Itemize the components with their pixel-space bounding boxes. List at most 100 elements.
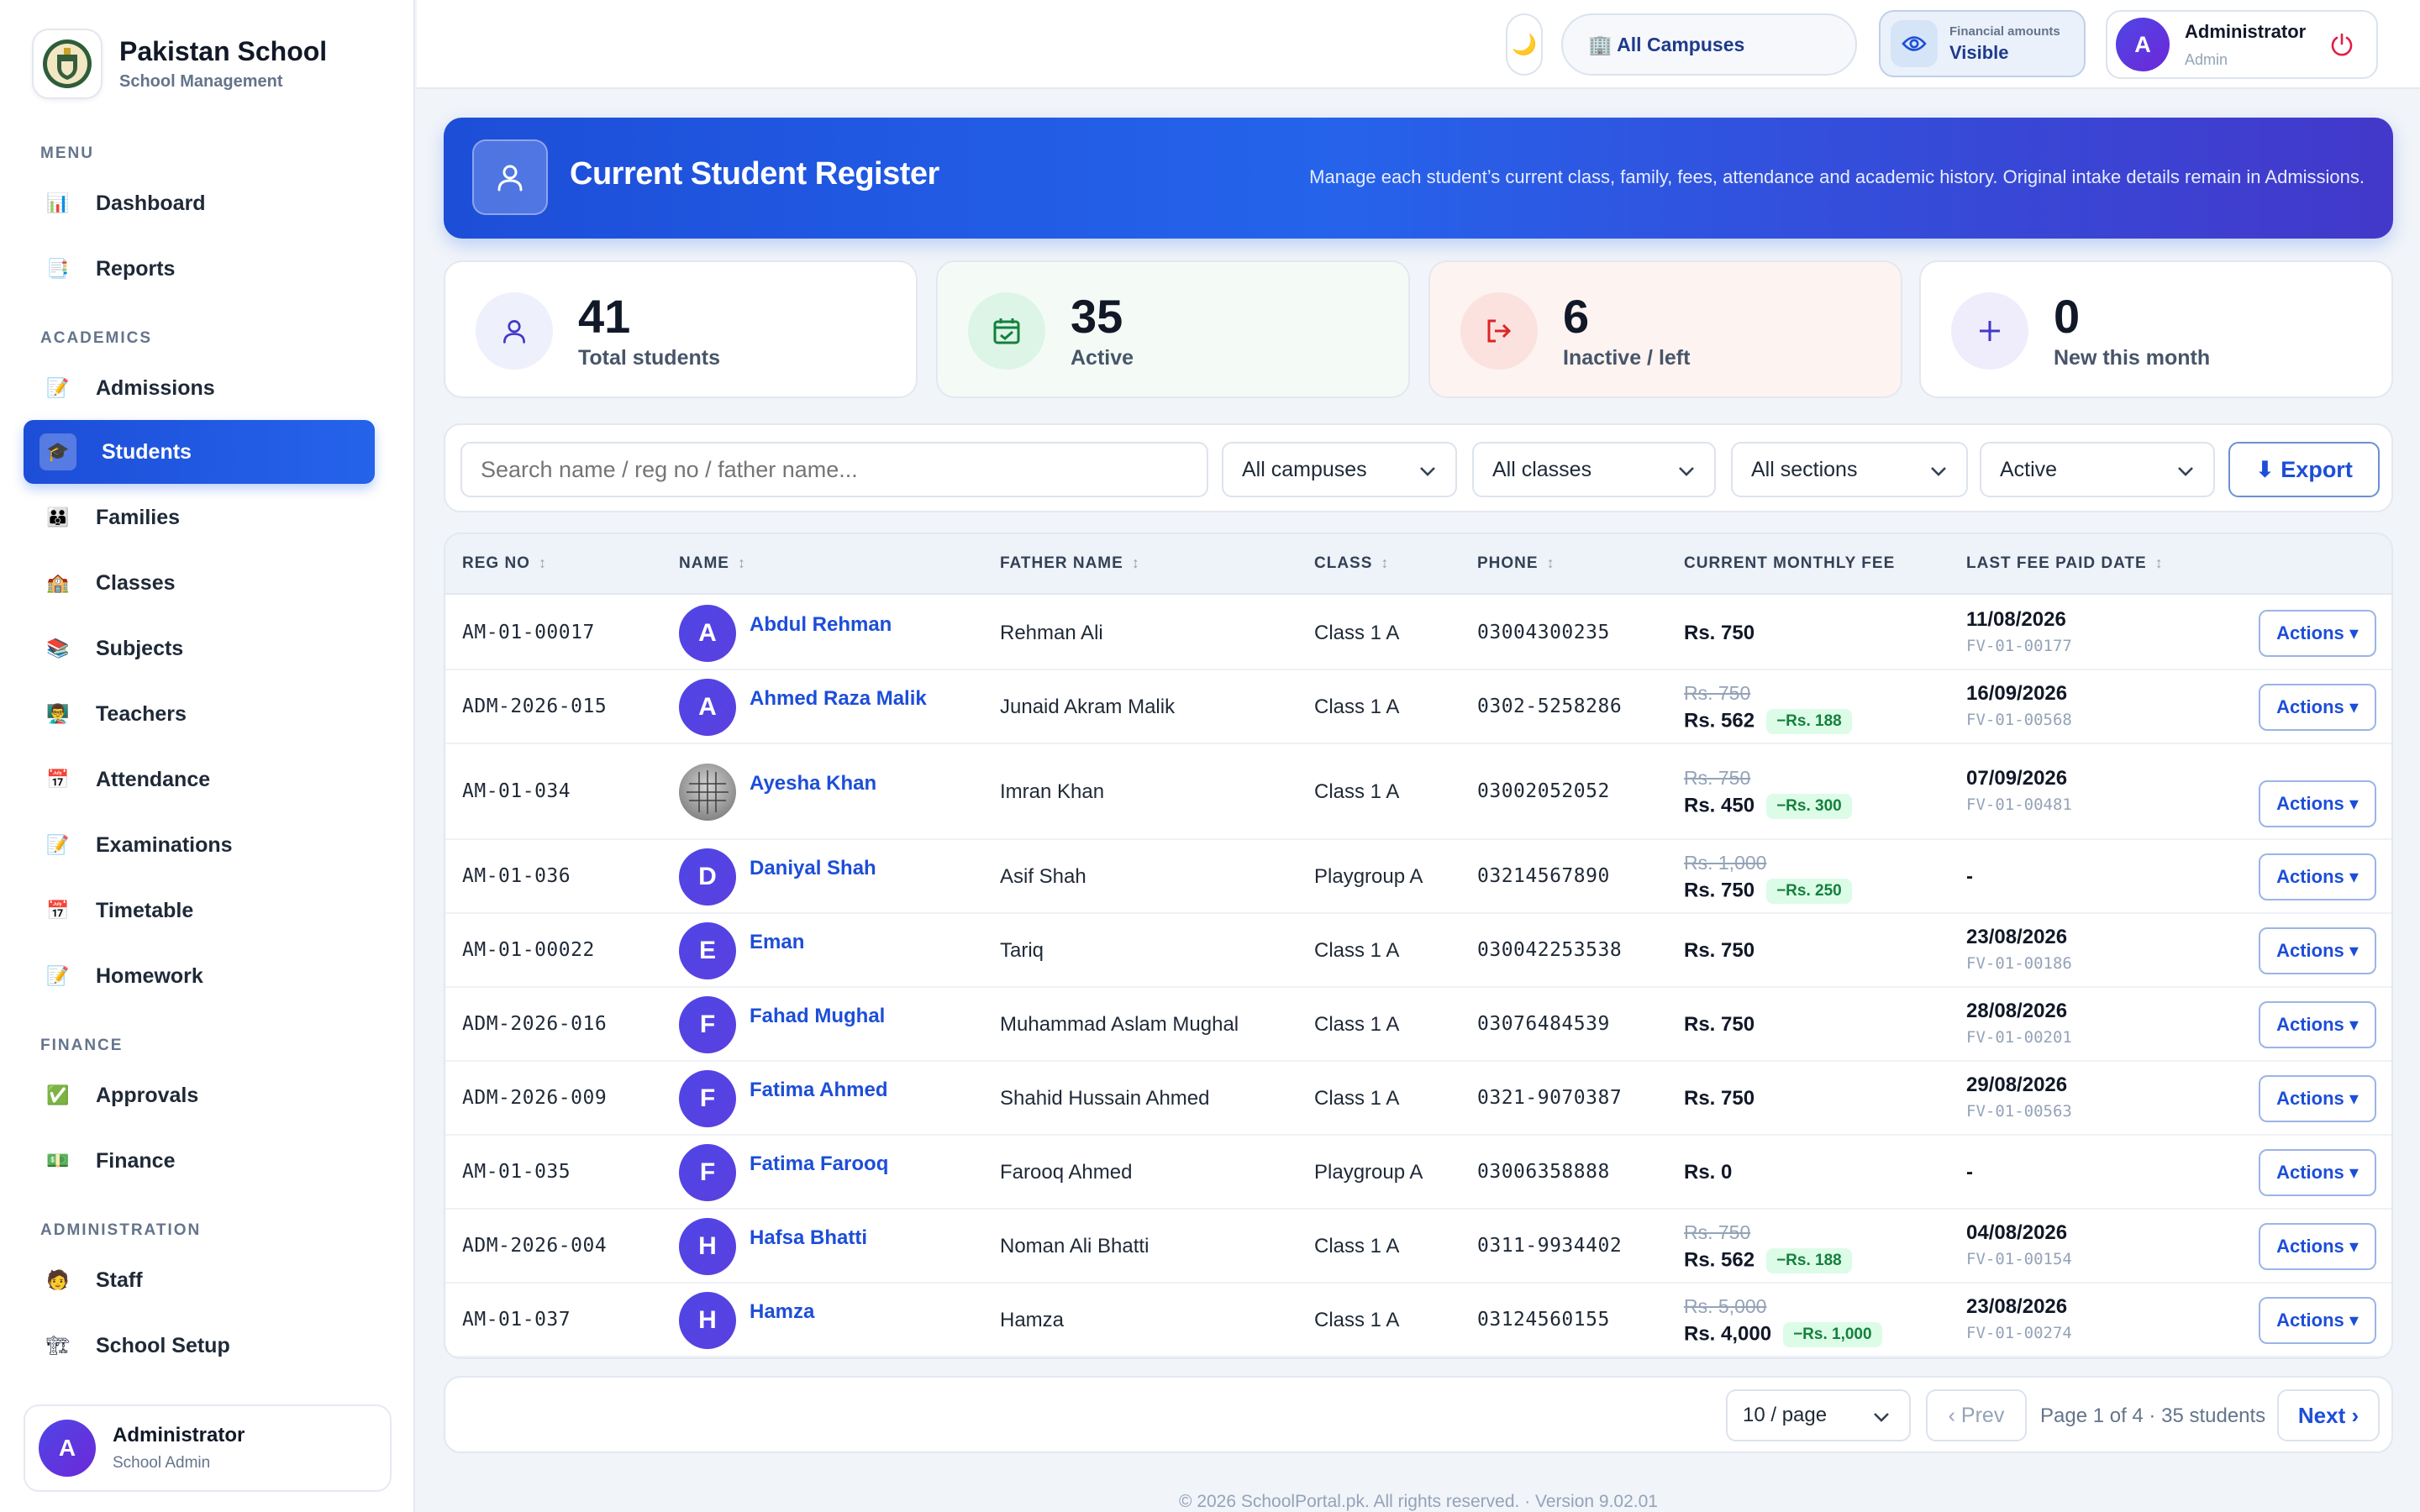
student-photo: [679, 764, 736, 821]
class-name: Class 1 A: [1314, 939, 1400, 962]
sidebar-item-approvals[interactable]: ✅ Approvals: [24, 1063, 375, 1127]
column-monthly-fee: CURRENT MONTHLY FEE: [1684, 554, 1896, 572]
actions-button[interactable]: Actions ▾: [2259, 853, 2376, 900]
last-paid-date: 04/08/2026: [1966, 1221, 2068, 1244]
sidebar-item-examinations[interactable]: 📝 Examinations: [24, 813, 375, 877]
actions-button[interactable]: Actions ▾: [2259, 1001, 2376, 1048]
student-name-link[interactable]: Ayesha Khan: [750, 772, 876, 795]
discount-badge: −Rs. 1,000: [1783, 1322, 1882, 1347]
campus-filter-value: All campuses: [1242, 457, 1367, 481]
student-name-link[interactable]: Fahad Mughal: [750, 1005, 885, 1028]
sidebar-item-subjects[interactable]: 📚 Subjects: [24, 617, 375, 680]
column-name[interactable]: NAME ↕: [679, 554, 746, 573]
status-filter[interactable]: Active: [1980, 442, 2215, 497]
sidebar-item-label: Finance: [96, 1148, 176, 1173]
logout-icon: [1460, 292, 1538, 370]
section-filter[interactable]: All sections: [1731, 442, 1968, 497]
father-name: Shahid Hussain Ahmed: [1000, 1087, 1210, 1110]
financial-caption: Financial amounts: [1949, 24, 2060, 39]
financial-visibility-toggle[interactable]: Financial amounts Visible: [1879, 10, 2086, 77]
class-name: Playgroup A: [1314, 865, 1423, 888]
section-menu: MENU: [40, 144, 94, 162]
student-icon: [472, 139, 548, 215]
stat-value: 35: [1071, 290, 1123, 343]
eye-icon: [1891, 20, 1938, 67]
last-paid-date: 11/08/2026: [1966, 608, 2066, 631]
topbar-user-role: Admin: [2185, 50, 2228, 68]
table-row: AM-01-00022 E Eman Tariq Class 1 A 0300422535…: [445, 914, 2391, 988]
brand-subtitle: School Management: [119, 72, 283, 91]
search-input[interactable]: [460, 442, 1208, 497]
reg-no: AM-01-00022: [462, 939, 595, 961]
setup-icon: 🏗: [46, 1335, 70, 1356]
power-icon[interactable]: [2329, 32, 2354, 61]
sidebar-item-students[interactable]: 🎓 Students: [24, 420, 375, 484]
footer: © 2026 SchoolPortal.pk. All rights reser…: [1179, 1492, 1658, 1511]
student-icon: [476, 292, 553, 370]
sidebar-item-dashboard[interactable]: 📊 Dashboard: [24, 171, 375, 235]
sidebar-item-teachers[interactable]: 👨‍🏫 Teachers: [24, 682, 375, 746]
reg-no: AM-01-037: [462, 1309, 571, 1331]
export-button[interactable]: ⬇ Export: [2228, 442, 2380, 497]
class-filter[interactable]: All classes: [1472, 442, 1716, 497]
reg-no: AM-01-00017: [462, 622, 595, 643]
actions-button[interactable]: Actions ▾: [2259, 1149, 2376, 1196]
student-name-link[interactable]: Hafsa Bhatti: [750, 1226, 867, 1250]
sidebar-item-staff[interactable]: 🧑 Staff: [24, 1248, 375, 1312]
column-class[interactable]: CLASS ↕: [1314, 554, 1389, 573]
phone: 03214567890: [1477, 865, 1610, 887]
calendar-check-icon: [968, 292, 1045, 370]
section-administration: ADMINISTRATION: [40, 1221, 202, 1239]
user-menu[interactable]: A Administrator Admin: [2106, 10, 2378, 79]
sidebar-item-classes[interactable]: 🏫 Classes: [24, 551, 375, 615]
table-row: AM-01-037 H Hamza Hamza Class 1 A 03124560155…: [445, 1284, 2391, 1357]
teacher-icon: 👨‍🏫: [46, 703, 70, 724]
prev-page-button[interactable]: ‹ Prev: [1926, 1389, 2027, 1441]
actions-button[interactable]: Actions ▾: [2259, 780, 2376, 827]
sidebar-item-homework[interactable]: 📝 Homework: [24, 944, 375, 1008]
discount-badge: −Rs. 188: [1766, 709, 1852, 734]
sidebar-item-attendance[interactable]: 📅 Attendance: [24, 748, 375, 811]
brand[interactable]: Pakistan School School Management: [32, 29, 327, 99]
father-name: Muhammad Aslam Mughal: [1000, 1013, 1239, 1036]
theme-toggle[interactable]: 🌙: [1506, 13, 1543, 76]
next-page-button[interactable]: Next ›: [2277, 1389, 2380, 1441]
sidebar-item-finance[interactable]: 💵 Finance: [24, 1129, 375, 1193]
father-name: Asif Shah: [1000, 865, 1086, 888]
campus-selector[interactable]: 🏢 All Campuses: [1561, 13, 1857, 76]
page-size-select[interactable]: 10 / page: [1726, 1389, 1911, 1441]
reg-no: AM-01-036: [462, 865, 571, 887]
table-header: REG NO ↕ NAME ↕ FATHER NAME ↕ CLASS ↕ PHONE ↕…: [445, 534, 2391, 595]
sidebar-item-label: Classes: [96, 570, 176, 595]
sidebar-item-admissions[interactable]: 📝 Admissions: [24, 356, 375, 420]
sidebar-item-families[interactable]: 👪 Families: [24, 486, 375, 549]
column-last-paid[interactable]: LAST FEE PAID DATE ↕: [1966, 554, 2164, 573]
column-father-name[interactable]: FATHER NAME ↕: [1000, 554, 1140, 573]
column-reg-no[interactable]: REG NO ↕: [462, 554, 547, 573]
student-name-link[interactable]: Fatima Ahmed: [750, 1079, 887, 1102]
sidebar-item-reports[interactable]: 📑 Reports: [24, 237, 375, 301]
student-name-link[interactable]: Daniyal Shah: [750, 857, 876, 880]
actions-button[interactable]: Actions ▾: [2259, 1297, 2376, 1344]
sidebar-item-label: Families: [96, 505, 181, 529]
student-name-link[interactable]: Fatima Farooq: [750, 1152, 888, 1176]
actions-button[interactable]: Actions ▾: [2259, 610, 2376, 657]
current-fee: Rs. 750: [1684, 879, 1755, 902]
column-phone[interactable]: PHONE ↕: [1477, 554, 1555, 573]
sidebar-item-timetable[interactable]: 📅 Timetable: [24, 879, 375, 942]
sidebar-user-card[interactable]: A Administrator School Admin: [24, 1404, 392, 1492]
actions-button[interactable]: Actions ▾: [2259, 1075, 2376, 1122]
actions-button[interactable]: Actions ▾: [2259, 1223, 2376, 1270]
actions-button[interactable]: Actions ▾: [2259, 684, 2376, 731]
campus-filter[interactable]: All campuses: [1222, 442, 1457, 497]
student-name-link[interactable]: Abdul Rehman: [750, 613, 892, 637]
student-name-link[interactable]: Hamza: [750, 1300, 814, 1324]
current-fee: Rs. 562: [1684, 1248, 1755, 1272]
student-name-link[interactable]: Eman: [750, 931, 804, 954]
fee-voucher-no: FV-01-00274: [1966, 1324, 2072, 1342]
actions-button[interactable]: Actions ▾: [2259, 927, 2376, 974]
table-row: ADM-2026-009 F Fatima Ahmed Shahid Hussain …: [445, 1062, 2391, 1136]
sidebar-item-school-setup[interactable]: 🏗 School Setup: [24, 1314, 375, 1378]
fee-voucher-no: FV-01-00481: [1966, 795, 2072, 814]
student-name-link[interactable]: Ahmed Raza Malik: [750, 687, 927, 711]
